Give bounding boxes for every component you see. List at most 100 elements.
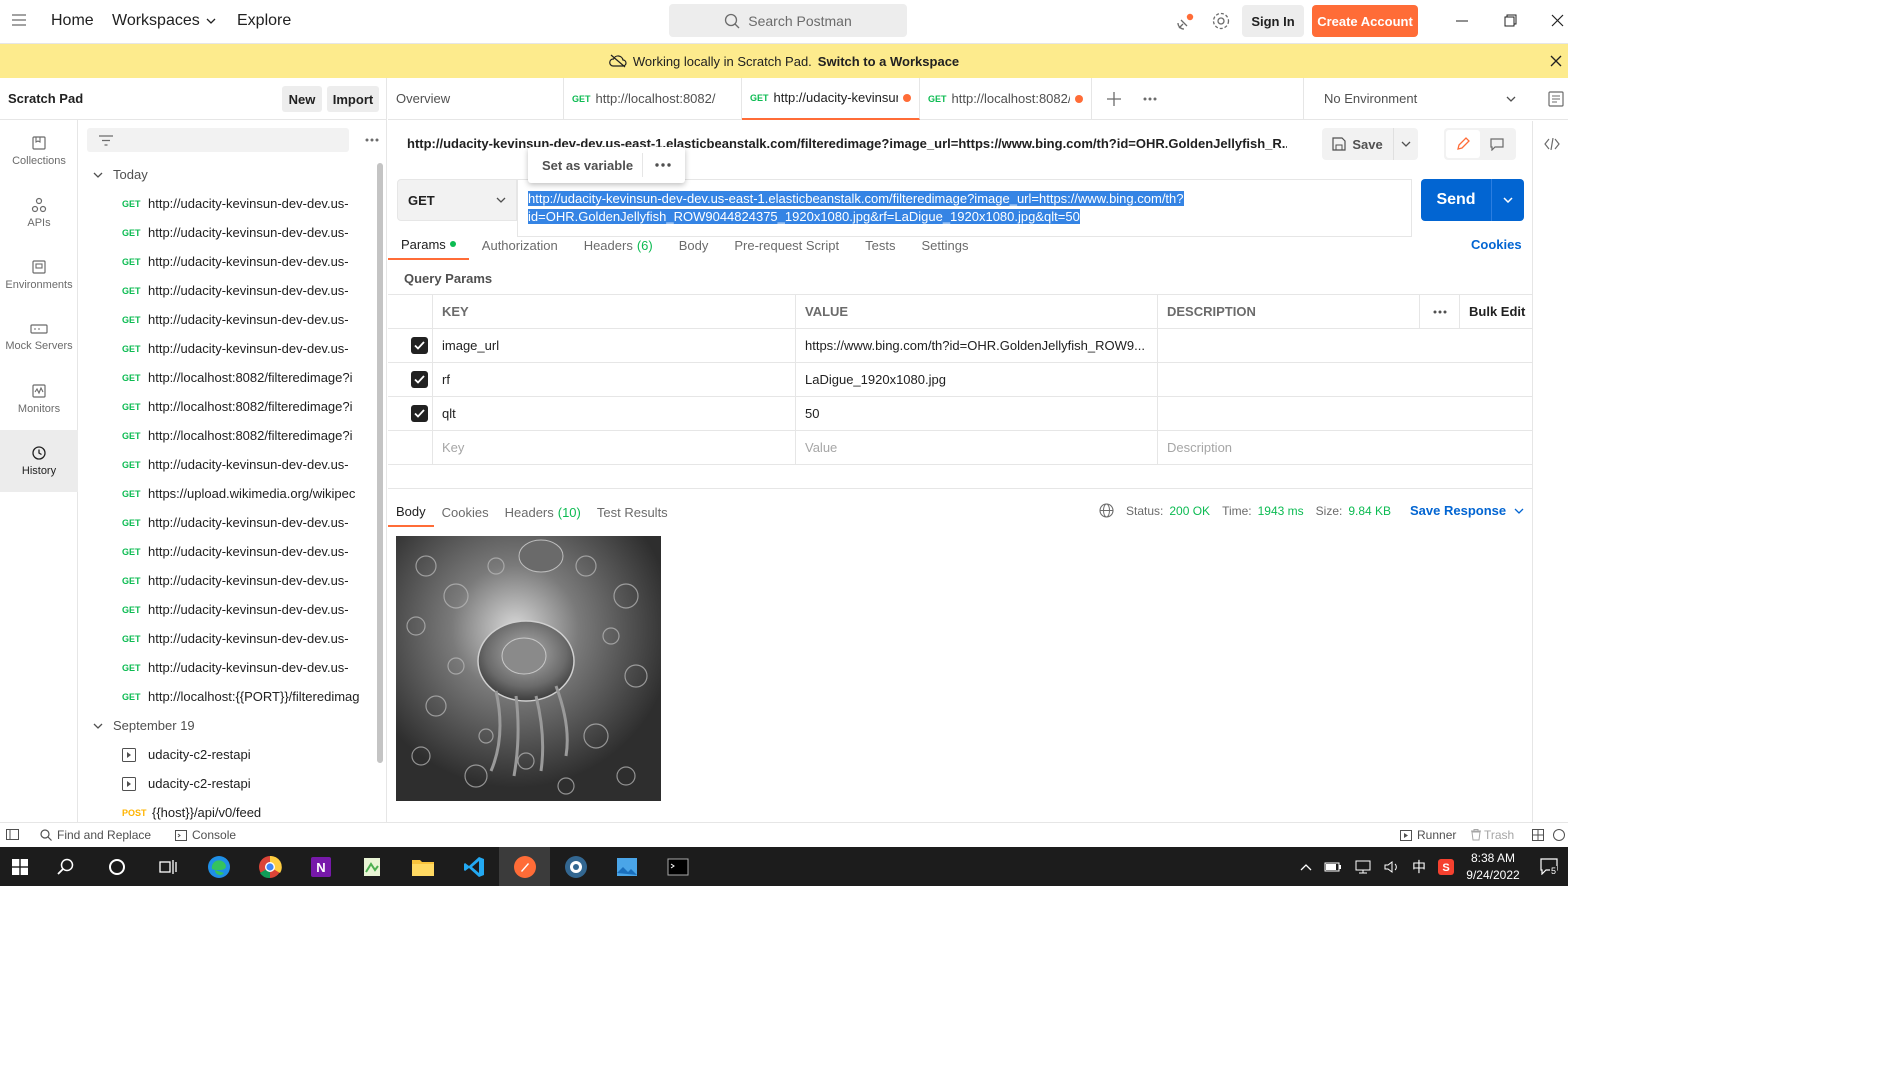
ime-indicator[interactable]: 中 — [1412, 857, 1426, 877]
response-tab-cookies[interactable]: Cookies — [434, 497, 497, 527]
rail-mock-servers[interactable]: Mock Servers — [0, 306, 78, 368]
history-group-header[interactable]: Today — [79, 160, 387, 189]
restore-icon[interactable] — [1504, 14, 1517, 27]
history-item[interactable]: GET http://localhost:8082/filteredimage?i — [79, 421, 387, 450]
close-banner-icon[interactable] — [1550, 55, 1562, 67]
param-key[interactable]: rf — [433, 363, 796, 396]
switch-workspace-link[interactable]: Switch to a Workspace — [818, 54, 959, 69]
tab-request[interactable]: GET http://localhost:8082/ — [564, 77, 742, 120]
sidebar-scrollbar[interactable] — [377, 163, 383, 763]
sidebar-toggle-icon[interactable] — [6, 829, 19, 840]
description-placeholder[interactable]: Description — [1158, 431, 1532, 464]
param-checkbox[interactable] — [411, 405, 428, 422]
filter-input[interactable] — [87, 128, 349, 152]
sign-in-button[interactable]: Sign In — [1242, 5, 1304, 37]
response-tab-test-results[interactable]: Test Results — [589, 497, 676, 527]
notepad-plus-icon[interactable] — [346, 847, 397, 886]
tab-body[interactable]: Body — [666, 230, 722, 260]
response-tab-headers[interactable]: Headers (10) — [497, 497, 589, 527]
key-placeholder[interactable]: Key — [433, 431, 796, 464]
history-item[interactable]: GET http://udacity-kevinsun-dev-dev.us- — [79, 450, 387, 479]
history-group-header[interactable]: September 19 — [79, 711, 387, 740]
history-item[interactable]: GET http://udacity-kevinsun-dev-dev.us- — [79, 595, 387, 624]
history-item[interactable]: GET http://udacity-kevinsun-dev-dev.us- — [79, 305, 387, 334]
minimize-icon[interactable] — [1456, 20, 1468, 22]
history-item[interactable]: GET https://upload.wikimedia.org/wikipec — [79, 479, 387, 508]
satellite-icon[interactable] — [1175, 12, 1195, 32]
tab-request-active[interactable]: GET http://udacity-kevinsur — [742, 77, 920, 120]
tab-authorization[interactable]: Authorization — [469, 230, 571, 260]
notifications-icon[interactable]: 5 — [1540, 857, 1558, 876]
nav-workspaces[interactable]: Workspaces — [112, 12, 216, 30]
send-dropdown[interactable] — [1491, 179, 1524, 221]
battery-icon[interactable] — [1324, 861, 1342, 873]
param-key[interactable]: qlt — [433, 397, 796, 430]
history-item[interactable]: GET http://localhost:8082/filteredimage?i — [79, 392, 387, 421]
menu-icon[interactable] — [12, 14, 26, 26]
pgadmin-icon[interactable] — [550, 847, 601, 886]
param-description[interactable] — [1158, 363, 1532, 396]
history-item[interactable]: GET http://udacity-kevinsun-dev-dev.us- — [79, 508, 387, 537]
network-icon[interactable] — [1354, 860, 1372, 874]
clock[interactable]: 8:38 AM 9/24/2022 — [1462, 850, 1524, 884]
history-item[interactable]: GET http://udacity-kevinsun-dev-dev.us- — [79, 653, 387, 682]
globe-icon[interactable] — [1099, 503, 1114, 518]
tab-more-icon[interactable] — [1143, 97, 1157, 101]
history-item[interactable]: udacity-c2-restapi — [79, 769, 387, 798]
volume-icon[interactable] — [1384, 860, 1400, 874]
history-item[interactable]: GET http://udacity-kevinsun-dev-dev.us- — [79, 247, 387, 276]
new-button[interactable]: New — [282, 86, 322, 112]
history-item[interactable]: GET http://udacity-kevinsun-dev-dev.us- — [79, 189, 387, 218]
add-tab-icon[interactable] — [1107, 91, 1121, 106]
set-as-variable-option[interactable]: Set as variable — [528, 158, 642, 173]
param-value[interactable]: LaDigue_1920x1080.jpg — [796, 363, 1158, 396]
param-key[interactable]: image_url — [433, 329, 796, 362]
sogou-icon[interactable]: S — [1438, 858, 1454, 875]
cookies-link[interactable]: Cookies — [1471, 237, 1522, 252]
param-value[interactable]: 50 — [796, 397, 1158, 430]
import-button[interactable]: Import — [327, 86, 379, 112]
bulk-edit-button[interactable]: Bulk Edit — [1460, 295, 1532, 328]
save-button[interactable]: Save — [1322, 128, 1418, 160]
param-value[interactable]: https://www.bing.com/th?id=OHR.GoldenJel… — [796, 329, 1158, 362]
rail-monitors[interactable]: Monitors — [0, 368, 78, 430]
taskbar-search-icon[interactable] — [40, 847, 91, 886]
rail-history[interactable]: History — [0, 430, 78, 492]
terminal-icon[interactable] — [652, 847, 703, 886]
two-pane-icon[interactable] — [1532, 829, 1544, 841]
value-placeholder[interactable]: Value — [796, 431, 1158, 464]
tab-params[interactable]: Params — [388, 230, 469, 260]
create-account-button[interactable]: Create Account — [1312, 5, 1418, 37]
param-description[interactable] — [1158, 329, 1532, 362]
history-item[interactable]: GET http://udacity-kevinsun-dev-dev.us- — [79, 566, 387, 595]
search-bar[interactable]: Search Postman — [669, 4, 907, 37]
edit-mode-button[interactable] — [1446, 130, 1480, 158]
task-view-icon[interactable] — [142, 847, 193, 886]
settings-gear-icon[interactable] — [1211, 11, 1231, 31]
chrome-icon[interactable] — [244, 847, 295, 886]
edge-icon[interactable] — [193, 847, 244, 886]
nav-home[interactable]: Home — [51, 12, 94, 30]
method-select[interactable]: GET — [397, 179, 517, 221]
history-item[interactable]: GET http://udacity-kevinsun-dev-dev.us- — [79, 276, 387, 305]
history-item[interactable]: GET http://udacity-kevinsun-dev-dev.us- — [79, 218, 387, 247]
runner-button[interactable]: Runner — [1400, 828, 1456, 842]
code-icon[interactable] — [1544, 138, 1560, 150]
nav-explore[interactable]: Explore — [237, 12, 291, 30]
close-window-icon[interactable] — [1551, 14, 1564, 27]
tab-headers[interactable]: Headers (6) — [571, 230, 666, 260]
environment-select[interactable]: No Environment — [1303, 78, 1528, 119]
history-item[interactable]: GET http://udacity-kevinsun-dev-dev.us- — [79, 537, 387, 566]
popup-more-icon[interactable] — [655, 163, 671, 167]
onenote-icon[interactable]: N — [295, 847, 346, 886]
response-tab-body[interactable]: Body — [388, 497, 434, 527]
history-item[interactable]: GET http://localhost:{{PORT}}/filteredima… — [79, 682, 387, 711]
tab-settings[interactable]: Settings — [908, 230, 981, 260]
param-checkbox[interactable] — [411, 337, 428, 354]
vscode-icon[interactable] — [448, 847, 499, 886]
history-item[interactable]: GET http://udacity-kevinsun-dev-dev.us- — [79, 334, 387, 363]
environment-quicklook-icon[interactable] — [1548, 91, 1564, 107]
param-checkbox[interactable] — [411, 371, 428, 388]
start-icon[interactable] — [0, 847, 40, 886]
rail-collections[interactable]: Collections — [0, 120, 78, 182]
